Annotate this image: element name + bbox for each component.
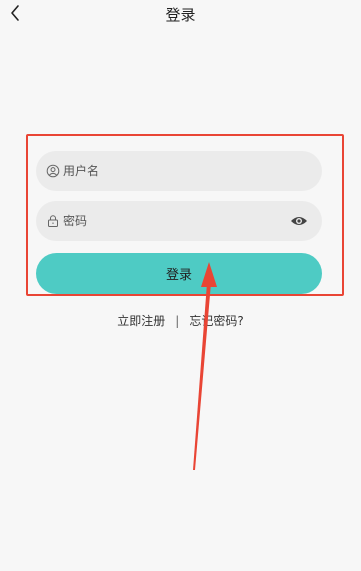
register-link[interactable]: 立即注册 — [117, 314, 165, 328]
username-field[interactable] — [36, 151, 322, 191]
page-title: 登录 — [165, 6, 196, 24]
password-field[interactable] — [36, 201, 322, 241]
user-circle-icon — [46, 164, 60, 178]
username-input[interactable] — [63, 164, 263, 178]
top-bar: 登录 — [0, 0, 361, 30]
forgot-password-link[interactable]: 忘记密码? — [189, 314, 243, 328]
eye-icon — [291, 217, 307, 225]
show-password-toggle[interactable] — [290, 213, 308, 229]
password-input[interactable] — [63, 214, 263, 228]
auth-links: 立即注册 | 忘记密码? — [0, 312, 361, 329]
link-separator: | — [175, 314, 180, 328]
lock-icon — [46, 214, 60, 228]
login-button[interactable]: 登录 — [36, 253, 322, 294]
